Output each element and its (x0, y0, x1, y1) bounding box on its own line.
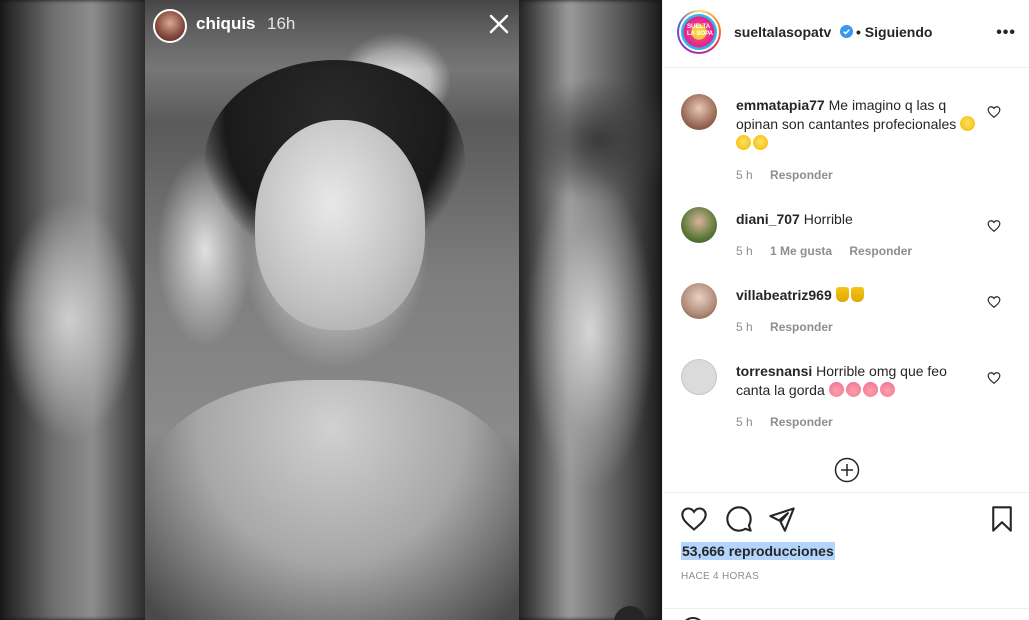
reply-button[interactable]: Responder (770, 168, 833, 182)
comment-avatar[interactable] (681, 283, 717, 319)
post-sidebar: SUELTA LA SOPA sueltalasopatv • Siguiend… (662, 0, 1029, 620)
comment-time: 5 h (736, 415, 753, 429)
pig-emoji (828, 382, 844, 397)
plus-circle-icon[interactable] (834, 457, 860, 483)
story-header: chiquis 16h (145, 0, 519, 50)
heart-icon[interactable] (987, 105, 1001, 119)
add-comment-bar (663, 608, 1029, 620)
post-actions: 53,666 reproducciones HACE 4 HORAS (663, 492, 1029, 620)
story-frame[interactable] (145, 0, 519, 620)
story-username[interactable]: chiquis (196, 14, 256, 34)
comment-meta: 5 h 1 Me gusta Responder (736, 244, 926, 258)
pig-emoji (879, 382, 895, 397)
story-avatar[interactable] (153, 9, 187, 43)
comment-meta: 5 h Responder (736, 168, 847, 182)
laughing-emoji (960, 116, 976, 131)
story-viewer: chiquis 16h (0, 0, 662, 620)
post-timestamp: HACE 4 HORAS (681, 571, 760, 582)
account-avatar[interactable]: SUELTA LA SOPA (677, 10, 721, 54)
comment-avatar[interactable] (681, 94, 717, 130)
comment-username[interactable]: emmatapia77 (736, 97, 825, 113)
view-count[interactable]: 53,666 reproducciones (681, 542, 835, 560)
comment-meta: 5 h Responder (736, 320, 847, 334)
account-name[interactable]: sueltalasopatv (734, 24, 831, 40)
comment-username[interactable]: villabeatriz969 (736, 287, 832, 303)
comment-body: villabeatriz969 (736, 286, 984, 305)
comment-username[interactable]: torresnansi (736, 363, 812, 379)
comment-time: 5 h (736, 244, 753, 258)
comment-time: 5 h (736, 168, 753, 182)
more-options-icon[interactable]: ••• (996, 24, 1016, 42)
heart-icon[interactable] (680, 505, 708, 533)
comment-body: torresnansi Horrible omg que feo canta l… (736, 362, 984, 400)
avatar-logo: SUELTA LA SOPA (687, 24, 714, 37)
story-image-body (145, 380, 519, 620)
comment-avatar[interactable] (681, 207, 717, 243)
comment-body: emmatapia77 Me imagino q las q opinan so… (736, 96, 984, 153)
pig-emoji (862, 382, 878, 397)
laughing-emoji (736, 135, 751, 150)
thumbs-down-emoji (850, 287, 864, 302)
comment-text: Horrible (803, 211, 853, 227)
post-header: SUELTA LA SOPA sueltalasopatv • Siguiend… (663, 0, 1029, 68)
verified-badge-icon (840, 25, 853, 38)
following-status[interactable]: • Siguiendo (856, 24, 932, 40)
bookmark-icon[interactable] (988, 505, 1016, 533)
thumbs-down-emoji (835, 287, 849, 302)
comment-body: diani_707 Horrible (736, 210, 984, 229)
comment-username[interactable]: diani_707 (736, 211, 800, 227)
reply-button[interactable]: Responder (770, 320, 833, 334)
comment-icon[interactable] (725, 505, 753, 533)
heart-icon[interactable] (987, 295, 1001, 309)
comment-time: 5 h (736, 320, 753, 334)
comment-meta: 5 h Responder (736, 415, 847, 429)
laughing-emoji (753, 135, 768, 150)
heart-icon[interactable] (987, 371, 1001, 385)
comment-likes[interactable]: 1 Me gusta (770, 244, 832, 258)
comments-list: emmatapia77 Me imagino q las q opinan so… (663, 69, 1029, 499)
share-icon[interactable] (768, 505, 796, 533)
close-icon[interactable] (485, 10, 513, 38)
pig-emoji (845, 382, 861, 397)
story-timestamp: 16h (267, 14, 296, 33)
reply-button[interactable]: Responder (849, 244, 912, 258)
reply-button[interactable]: Responder (770, 415, 833, 429)
story-image-face (255, 120, 425, 330)
comment-avatar[interactable] (681, 359, 717, 395)
heart-icon[interactable] (987, 219, 1001, 233)
